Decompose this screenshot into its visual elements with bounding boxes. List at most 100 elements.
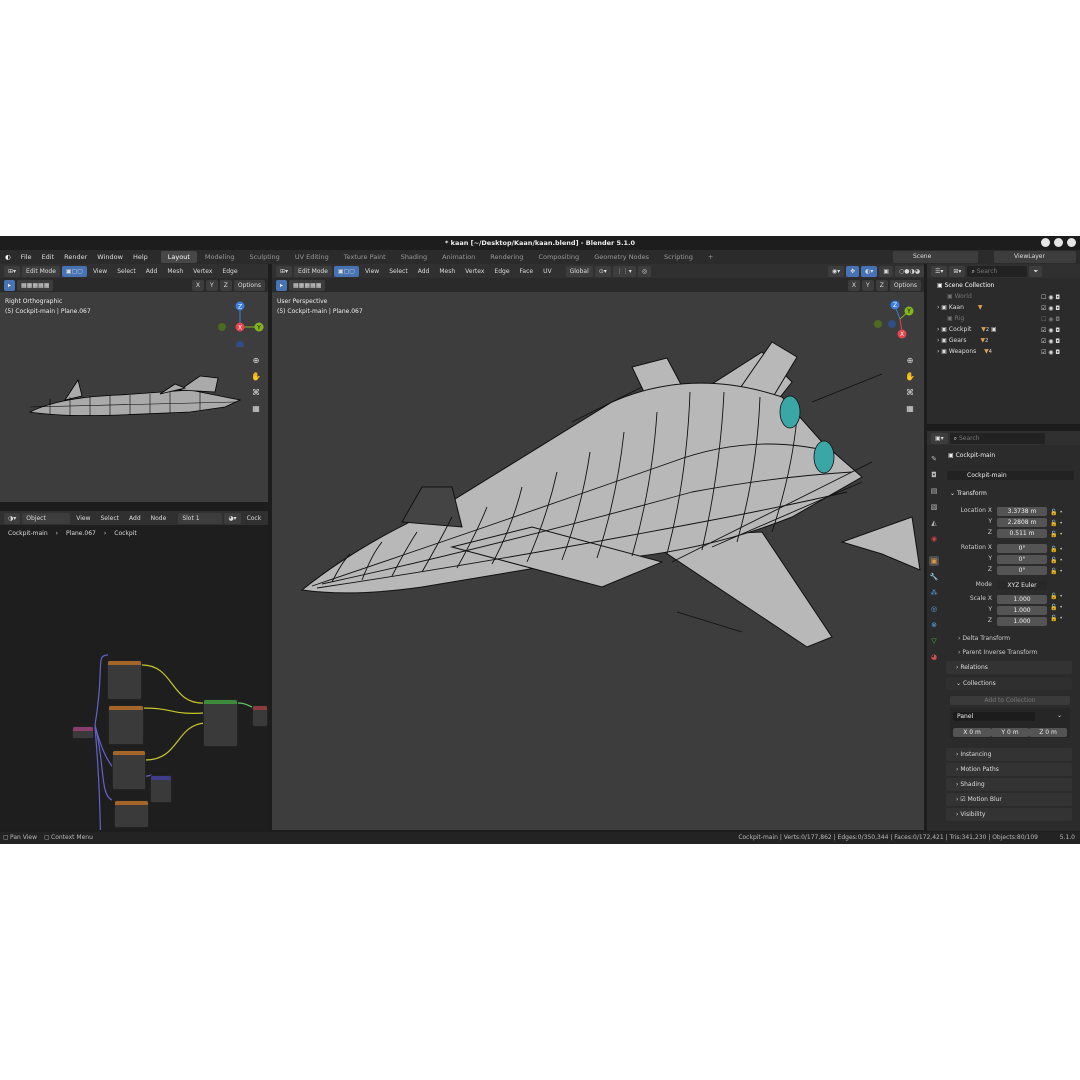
editor-type-icon[interactable]: ◑▾ [4,512,21,524]
zoom-icon[interactable]: ⊕ [251,356,261,366]
menu-vertex[interactable]: Vertex [461,268,488,275]
tab-scripting[interactable]: Scripting [657,251,700,263]
scale-x-field[interactable]: 1.000 [997,595,1047,604]
tab-layout[interactable]: Layout [160,251,197,263]
location-x-field[interactable]: 3.3738 m [997,507,1047,516]
principled-bsdf-node[interactable] [203,699,238,747]
add-workspace-icon[interactable]: + [701,251,720,263]
view-layer-tab-icon[interactable]: ▧ [929,502,939,512]
relations-panel[interactable]: › Relations [946,661,1072,674]
tool-select-icon[interactable]: ▸ [276,279,288,291]
menu-add[interactable]: Add [125,515,145,522]
motion-paths-panel[interactable]: › Motion Paths [946,763,1072,776]
object-name-field[interactable]: Cockpit-main [947,471,1074,480]
display-mode-icon[interactable]: ⊞▾ [949,265,966,277]
view-layer-selector[interactable]: ViewLayer [994,251,1076,263]
material-name[interactable]: Cock [243,515,266,522]
menu-select[interactable]: Select [385,268,412,275]
mode-dropdown[interactable]: Edit Mode [294,265,332,277]
data-tab-icon[interactable]: ▽ [929,636,939,646]
grid-icon[interactable]: ▦ [251,404,261,414]
visibility-icon[interactable]: ◉▾ [827,265,845,277]
editor-type-icon[interactable]: ☰▾ [931,265,948,277]
tab-uv-editing[interactable]: UV Editing [288,251,336,263]
menu-node[interactable]: Node [147,515,171,522]
select-box-modes[interactable]: ▦▦▦▦▦ [17,279,54,291]
delta-transform-subpanel[interactable]: › Delta Transform [958,634,1010,644]
scale-y-field[interactable]: 1.000 [997,606,1047,615]
shader-type-dropdown[interactable]: Object [22,512,71,524]
menu-mesh[interactable]: Mesh [435,268,459,275]
select-box-modes[interactable]: ▦▦▦▦▦ [289,279,326,291]
gizmo-toggle-icon[interactable]: ✥ [846,265,860,277]
pivot-icon[interactable]: ⊙▾ [594,265,611,277]
rotation-y-field[interactable]: 0° [997,555,1047,564]
tab-modeling[interactable]: Modeling [198,251,242,263]
parent-inverse-subpanel[interactable]: › Parent Inverse Transform [958,648,1037,658]
tab-rendering[interactable]: Rendering [483,251,530,263]
tool-select-icon[interactable]: ▸ [4,279,16,291]
shader-node[interactable] [107,660,142,700]
collection-menu-icon[interactable]: ⌄ [1057,711,1062,721]
scene-selector[interactable]: Scene [893,251,978,263]
modifier-tab-icon[interactable]: 🔧 [929,572,939,582]
mirror-z-toggle[interactable]: Z [219,279,232,291]
editor-type-icon[interactable]: ▣▾ [931,432,948,444]
world-tab-icon[interactable]: ◉ [929,534,939,544]
close-button[interactable] [1067,238,1076,247]
navigation-gizmo[interactable]: Z X Y [215,297,268,347]
shading-modes[interactable]: ○●◑◕ [895,265,924,277]
options-dropdown[interactable]: Options [889,279,921,291]
menu-view[interactable]: View [89,268,111,275]
maximize-button[interactable] [1054,238,1063,247]
camera-icon[interactable]: ⌘ [251,388,261,398]
menu-edit[interactable]: Edit [37,253,60,261]
mirror-y-toggle[interactable]: Y [862,279,874,291]
location-y-field[interactable]: 2.2808 m [997,518,1047,527]
mode-dropdown[interactable]: Edit Mode [22,265,60,277]
menu-face[interactable]: Face [516,268,538,275]
menu-file[interactable]: File [16,253,37,261]
editor-type-icon[interactable]: ⊞▾ [276,265,293,277]
transform-orientation-dropdown[interactable]: Global [565,265,593,277]
navigation-gizmo[interactable]: Z Y X [870,294,924,344]
select-mode-buttons[interactable]: ▣▢▢ [333,265,359,277]
physics-tab-icon[interactable]: ◎ [929,604,939,614]
material-tab-icon[interactable]: ◕ [929,652,939,662]
menu-help[interactable]: Help [128,253,153,261]
visibility-toggles[interactable]: ☐ ◉ ◘ ☑ ◉ ◘ ☐ ◉ ◘ ☑ ◉ ◘ ☑ ◉ ◘ ☑ ◉ ◘ [1041,292,1060,358]
tool-tab-icon[interactable]: ✎ [929,454,939,464]
scale-z-field[interactable]: 1.000 [997,617,1047,626]
main-viewport[interactable]: User Perspective (5) Cockpit-main | Plan… [272,292,924,830]
mirror-z-toggle[interactable]: Z [875,279,888,291]
tab-texture-paint[interactable]: Texture Paint [337,251,393,263]
menu-view[interactable]: View [72,515,94,522]
left-viewport[interactable]: Right Orthographic (5) Cockpit-main | Pl… [0,292,268,502]
minimize-button[interactable] [1041,238,1050,247]
collection-name-field[interactable]: Panel [953,712,1035,721]
shader-node[interactable] [112,750,146,790]
tab-geometry-nodes[interactable]: Geometry Nodes [587,251,656,263]
shading-panel[interactable]: › Shading [946,778,1072,791]
rotation-z-field[interactable]: 0° [997,566,1047,575]
scene-tab-icon[interactable]: ◭ [929,518,939,528]
add-to-collection-button[interactable]: Add to Collection [950,696,1070,705]
menu-edge[interactable]: Edge [218,268,241,275]
properties-search[interactable]: ⌕ Search [949,432,1045,444]
visibility-panel[interactable]: › Visibility [946,808,1072,821]
menu-vertex[interactable]: Vertex [189,268,216,275]
shader-node-canvas[interactable]: Cockpit-main › Plane.067 › Cockpit [0,525,268,830]
scene-collection[interactable]: ▣ Scene Collection [937,280,1080,291]
lock-toggles[interactable]: 🔓 • 🔓 • 🔓 • 🔓 • 🔓 • 🔓 • 🔓 • 🔓 • 🔓 • [1050,507,1063,624]
slot-dropdown[interactable]: Slot 1 [178,512,223,524]
mirror-y-toggle[interactable]: Y [206,279,218,291]
pan-hand-icon[interactable]: ✋ [905,372,915,382]
render-tab-icon[interactable]: ◘ [929,470,939,480]
shader-node[interactable] [114,800,149,828]
tab-animation[interactable]: Animation [435,251,482,263]
menu-view[interactable]: View [361,268,383,275]
material-output-node[interactable] [252,705,268,727]
zoom-icon[interactable]: ⊕ [905,356,915,366]
camera-icon[interactable]: ⌘ [905,388,915,398]
pan-hand-icon[interactable]: ✋ [251,372,261,382]
